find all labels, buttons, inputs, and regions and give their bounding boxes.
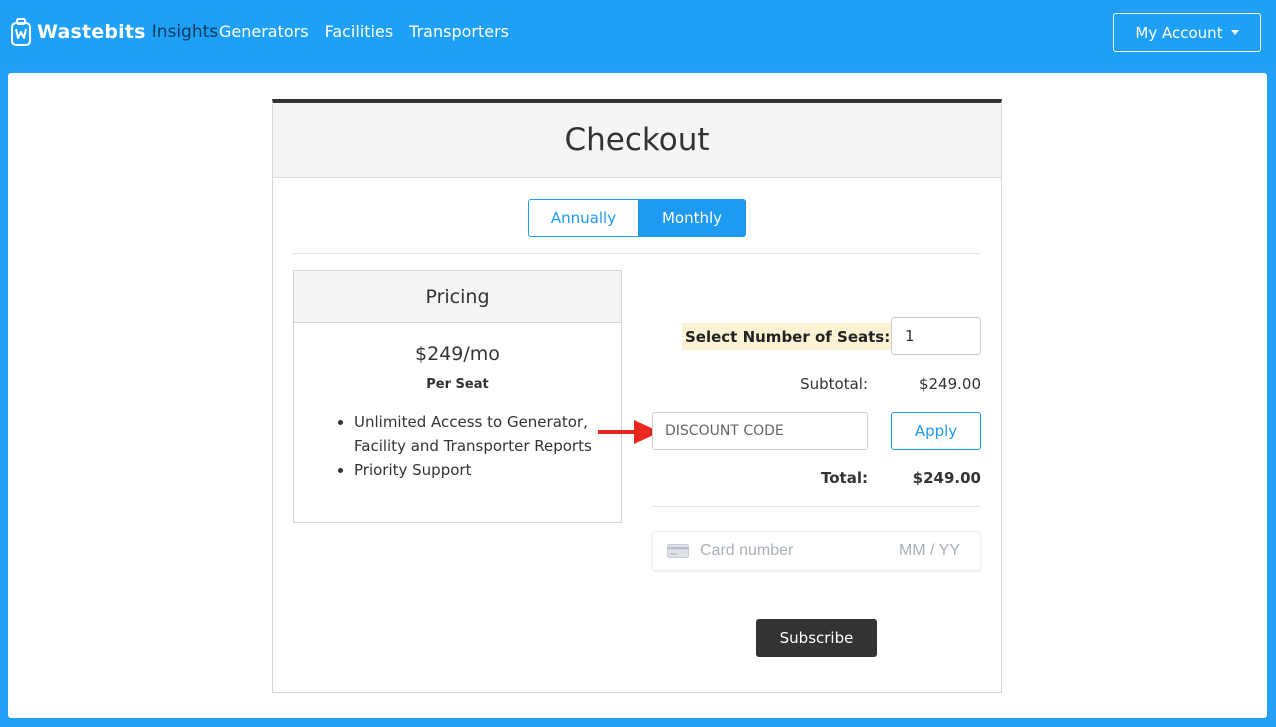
- feature-item: Unlimited Access to Generator, Facility …: [354, 410, 609, 458]
- checkout-card: Checkout Annually Monthly Pricing $249/m…: [272, 99, 1002, 693]
- nav-links: Generators Facilities Transporters: [219, 22, 509, 41]
- per-seat-label: Per Seat: [426, 377, 489, 392]
- divider: [293, 253, 981, 254]
- my-account-dropdown[interactable]: My Account: [1113, 13, 1261, 52]
- seats-label: Select Number of Seats:: [682, 323, 894, 350]
- my-account-label: My Account: [1135, 23, 1223, 42]
- toggle-annually[interactable]: Annually: [528, 199, 639, 237]
- subtotal-value: $249.00: [918, 375, 981, 393]
- red-arrow-icon: [598, 420, 660, 444]
- credit-card-icon: [667, 544, 689, 558]
- pricing-heading: Pricing: [294, 271, 621, 323]
- page-title: Checkout: [564, 122, 710, 158]
- caret-down-icon: [1230, 30, 1239, 35]
- card-input-field[interactable]: Card number MM / YY: [652, 531, 981, 571]
- top-navbar: Wastebits Insights Generators Facilities…: [0, 0, 1276, 66]
- wastebits-logo-icon: [11, 18, 31, 46]
- brand-subtitle: Insights: [151, 22, 219, 42]
- nav-link-generators[interactable]: Generators: [219, 22, 309, 41]
- seats-input[interactable]: [891, 317, 981, 355]
- divider: [652, 506, 981, 507]
- price: $249/mo: [415, 343, 500, 365]
- checkout-header: Checkout: [273, 103, 1001, 178]
- discount-code-input[interactable]: [652, 412, 868, 450]
- billing-toggle: Annually Monthly: [528, 199, 746, 237]
- total-value: $249.00: [912, 469, 981, 487]
- total-label: Total:: [821, 469, 868, 487]
- toggle-monthly[interactable]: Monthly: [639, 199, 746, 237]
- page-content: Checkout Annually Monthly Pricing $249/m…: [8, 73, 1267, 718]
- nav-link-transporters[interactable]: Transporters: [409, 22, 509, 41]
- subscribe-button[interactable]: Subscribe: [756, 619, 877, 657]
- card-expiry-placeholder[interactable]: MM / YY: [899, 542, 960, 560]
- feature-item: Priority Support: [354, 458, 609, 482]
- subtotal-label: Subtotal:: [800, 375, 868, 393]
- nav-link-facilities[interactable]: Facilities: [325, 22, 394, 41]
- brand-name: Wastebits: [37, 21, 146, 43]
- pricing-panel: Pricing $249/mo Per Seat Unlimited Acces…: [293, 270, 622, 523]
- feature-list: Unlimited Access to Generator, Facility …: [354, 410, 609, 482]
- card-number-placeholder[interactable]: Card number: [700, 542, 899, 560]
- apply-discount-button[interactable]: Apply: [891, 412, 981, 450]
- brand[interactable]: Wastebits Insights: [11, 17, 218, 47]
